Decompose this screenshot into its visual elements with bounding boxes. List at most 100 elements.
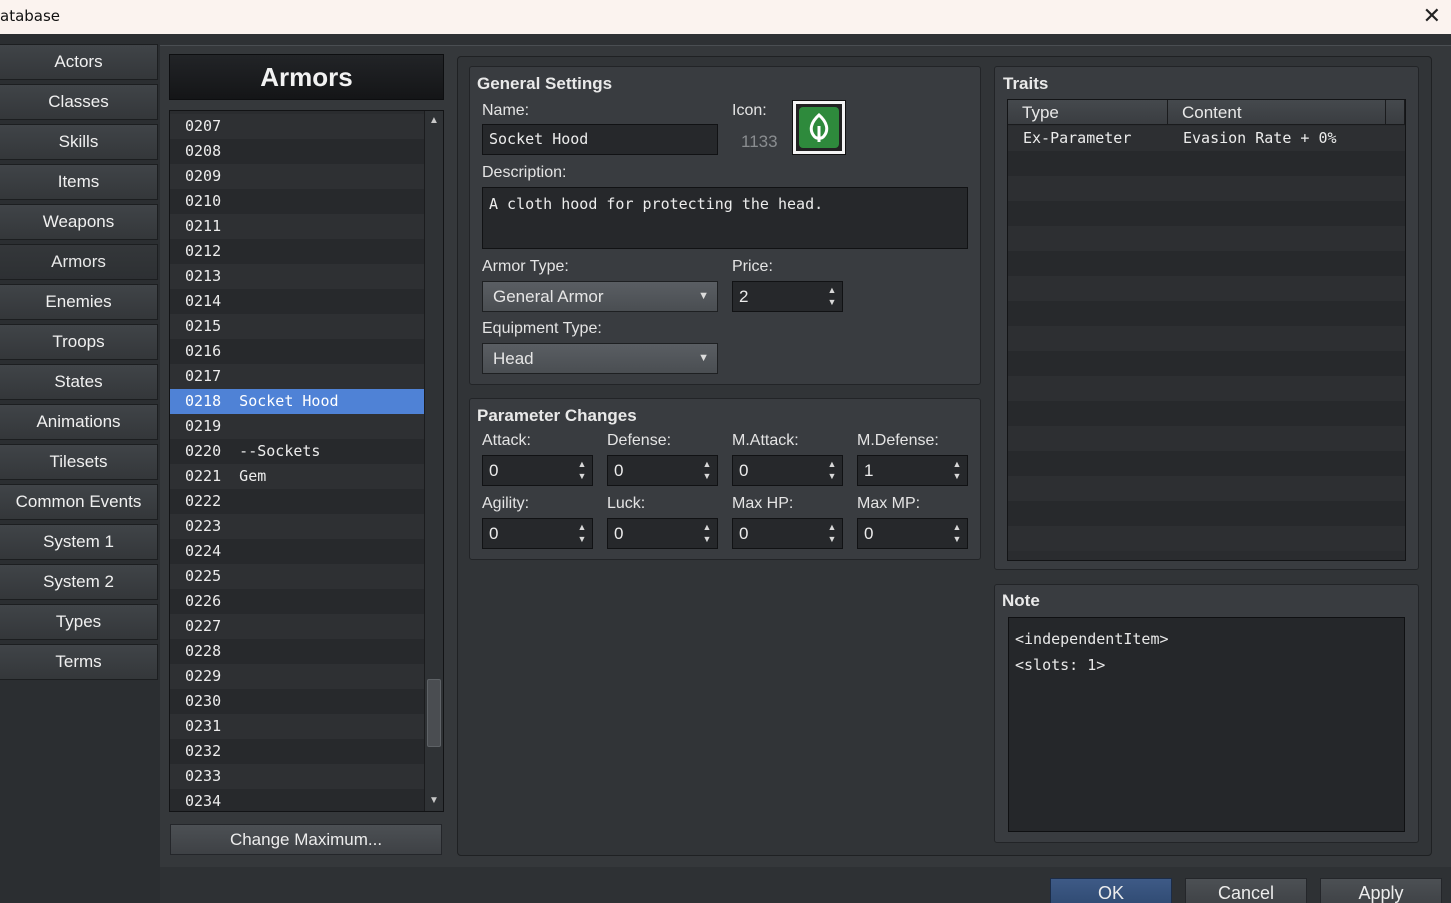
ok-button[interactable]: OK [1050,878,1172,903]
table-row[interactable] [1008,176,1405,201]
category-skills[interactable]: Skills [0,124,158,160]
traits-col-type[interactable]: Type [1008,100,1168,125]
category-types[interactable]: Types [0,604,158,640]
table-row[interactable] [1008,301,1405,326]
table-row[interactable] [1008,201,1405,226]
list-item[interactable]: 0214 [170,289,424,314]
category-tilesets[interactable]: Tilesets [0,444,158,480]
table-row[interactable] [1008,151,1405,176]
category-armors[interactable]: Armors [0,244,158,280]
cancel-button[interactable]: Cancel [1185,878,1307,903]
max-hp-spinner[interactable]: 0 ▲ ▼ [732,518,843,549]
list-item[interactable]: 0211 [170,214,424,239]
category-common-events[interactable]: Common Events [0,484,158,520]
spin-arrows-icon[interactable]: ▲ ▼ [951,458,963,482]
price-spinner[interactable]: 2 ▲ ▼ [732,281,843,312]
scroll-up-icon[interactable]: ▲ [428,114,440,128]
equipment-type-select[interactable]: Head ▼ [482,343,718,374]
list-item[interactable]: 0216 [170,339,424,364]
m-defense-spinner[interactable]: 1 ▲ ▼ [857,455,968,486]
max-mp-spinner[interactable]: 0 ▲ ▼ [857,518,968,549]
icon-picker[interactable] [792,100,846,155]
table-row[interactable] [1008,526,1405,551]
note-textarea[interactable]: <independentItem> <slots: 1> [1008,617,1405,832]
table-row[interactable] [1008,451,1405,476]
table-row[interactable] [1008,351,1405,376]
list-item[interactable]: 0232 [170,739,424,764]
category-terms[interactable]: Terms [0,644,158,680]
close-icon[interactable]: ✕ [1423,3,1441,29]
armor-type-select[interactable]: General Armor ▼ [482,281,718,312]
armor-list[interactable]: 0207 0208 0209 0210 0211 0212 0213 0214 0215 0216… [169,110,444,812]
list-item[interactable]: 0210 [170,189,424,214]
list-item[interactable]: 0228 [170,639,424,664]
list-item[interactable]: 0225 [170,564,424,589]
change-maximum-button[interactable]: Change Maximum... [170,824,442,855]
list-item[interactable]: 0223 [170,514,424,539]
category-classes[interactable]: Classes [0,84,158,120]
spin-arrows-icon[interactable]: ▲ ▼ [826,458,838,482]
list-item[interactable]: 0234 [170,789,424,811]
category-weapons[interactable]: Weapons [0,204,158,240]
list-item[interactable]: 0212 [170,239,424,264]
luck-spinner[interactable]: 0 ▲ ▼ [607,518,718,549]
traits-table[interactable]: Type Content Ex-Parameter Evasion Rate + … [1007,99,1406,561]
list-item[interactable]: 0207 [170,114,424,139]
table-row[interactable] [1008,426,1405,451]
list-item[interactable]: 0219 [170,414,424,439]
category-troops[interactable]: Troops [0,324,158,360]
table-row[interactable] [1008,376,1405,401]
m-attack-spinner[interactable]: 0 ▲ ▼ [732,455,843,486]
scroll-thumb[interactable] [427,679,441,747]
spin-arrows-icon[interactable]: ▲ ▼ [826,521,838,545]
traits-col-content[interactable]: Content [1168,100,1386,125]
table-row[interactable] [1008,251,1405,276]
list-item[interactable]: 0226 [170,589,424,614]
spin-arrows-icon[interactable]: ▲ ▼ [576,521,588,545]
category-enemies[interactable]: Enemies [0,284,158,320]
attack-spinner[interactable]: 0 ▲ ▼ [482,455,593,486]
defense-spinner[interactable]: 0 ▲ ▼ [607,455,718,486]
list-item[interactable]: 0231 [170,714,424,739]
name-field[interactable]: Socket Hood [482,124,718,155]
scroll-down-icon[interactable]: ▼ [428,794,440,808]
list-item[interactable]: 0229 [170,664,424,689]
table-row[interactable] [1008,226,1405,251]
category-system-1[interactable]: System 1 [0,524,158,560]
list-item[interactable]: 0215 [170,314,424,339]
list-item[interactable]: 0218 Socket Hood [170,389,424,414]
list-item[interactable]: 0217 [170,364,424,389]
category-actors[interactable]: Actors [0,44,158,80]
spin-arrows-icon[interactable]: ▲ ▼ [951,521,963,545]
category-states[interactable]: States [0,364,158,400]
list-item[interactable]: 0220 --Sockets [170,439,424,464]
agility-spinner[interactable]: 0 ▲ ▼ [482,518,593,549]
armor-type-value: General Armor [493,287,604,306]
list-item[interactable]: 0209 [170,164,424,189]
spin-arrows-icon[interactable]: ▲ ▼ [576,458,588,482]
list-item[interactable]: 0221 Gem [170,464,424,489]
description-field[interactable]: A cloth hood for protecting the head. [482,187,968,249]
list-item[interactable]: 0213 [170,264,424,289]
category-items[interactable]: Items [0,164,158,200]
category-animations[interactable]: Animations [0,404,158,440]
table-row[interactable]: Ex-Parameter Evasion Rate + 0% [1008,126,1405,151]
list-item[interactable]: 0222 [170,489,424,514]
table-row[interactable] [1008,276,1405,301]
spin-arrows-icon[interactable]: ▲ ▼ [701,458,713,482]
table-row[interactable] [1008,476,1405,501]
list-item[interactable]: 0230 [170,689,424,714]
table-row[interactable] [1008,326,1405,351]
table-row[interactable] [1008,401,1405,426]
list-item[interactable]: 0208 [170,139,424,164]
list-scrollbar[interactable]: ▲ ▼ [424,111,443,811]
category-system-2[interactable]: System 2 [0,564,158,600]
spin-arrows-icon[interactable]: ▲ ▼ [826,284,838,308]
list-item[interactable]: 0224 [170,539,424,564]
list-item[interactable]: 0227 [170,614,424,639]
table-row[interactable] [1008,501,1405,526]
m-attack-value: 0 [739,461,749,480]
spin-arrows-icon[interactable]: ▲ ▼ [701,521,713,545]
apply-button[interactable]: Apply [1320,878,1442,903]
list-item[interactable]: 0233 [170,764,424,789]
